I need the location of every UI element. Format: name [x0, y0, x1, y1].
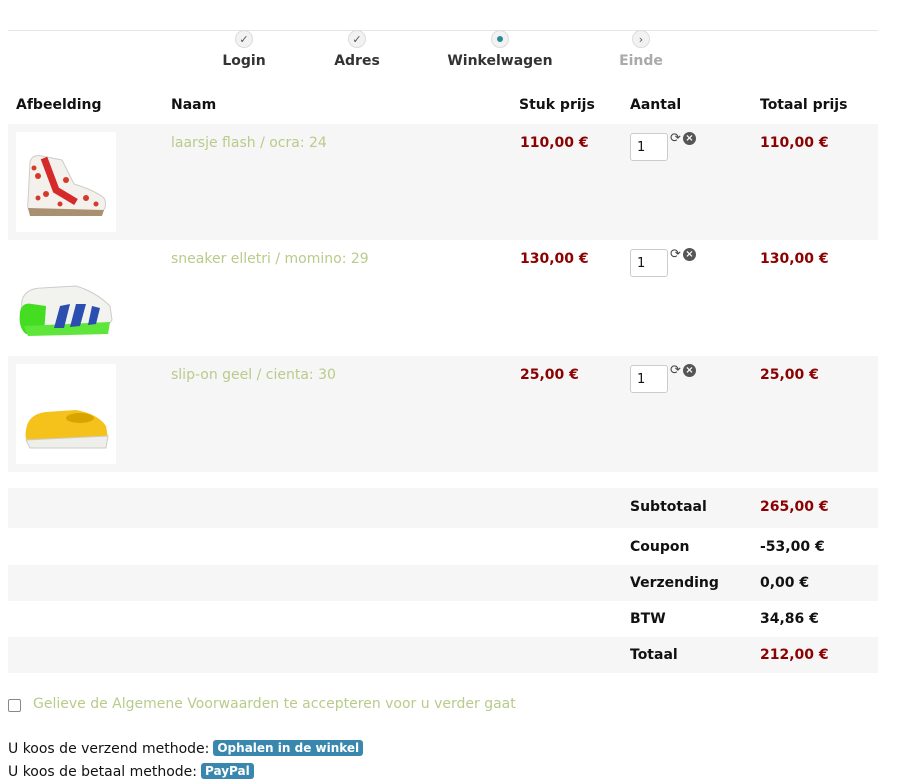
quantity-input[interactable]: 1 — [630, 365, 668, 393]
header-total-price: Totaal prijs — [760, 97, 848, 113]
refresh-icon[interactable]: ⟳ — [670, 131, 681, 146]
current-dot-icon — [491, 30, 509, 48]
product-image[interactable] — [16, 248, 116, 348]
check-icon: ✓ — [235, 30, 253, 48]
chevron-right-icon: › — [632, 30, 650, 48]
shipping-row: Verzending 0,00 € — [8, 565, 878, 601]
refresh-icon[interactable]: ⟳ — [670, 247, 681, 262]
unit-price: 110,00 € — [520, 135, 589, 151]
step-einde: › Einde — [581, 30, 701, 69]
table-row: slip-on geel / cienta: 30 25,00 € 1 ⟳ × … — [8, 356, 878, 472]
shipping-method-prefix: U koos de verzend methode: — [8, 741, 210, 757]
payment-method-badge: PayPal — [201, 763, 254, 779]
shipping-method-badge: Ophalen in de winkel — [213, 740, 364, 756]
step-adres[interactable]: ✓ Adres — [297, 30, 417, 69]
quantity-input[interactable]: 1 — [630, 249, 668, 277]
subtotal-row: Subtotaal 265,00 € — [8, 488, 878, 528]
remove-icon[interactable]: × — [683, 364, 696, 377]
shipping-label: Verzending — [630, 575, 719, 591]
step-label: Login — [222, 53, 266, 69]
total-value: 212,00 € — [760, 647, 829, 663]
unit-price: 130,00 € — [520, 251, 589, 267]
terms-checkbox[interactable] — [8, 699, 21, 712]
shipping-method-line: U koos de verzend methode: Ophalen in de … — [8, 740, 364, 757]
quantity-input[interactable]: 1 — [630, 133, 668, 161]
subtotal-label: Subtotaal — [630, 499, 707, 515]
coupon-value: -53,00 € — [760, 539, 825, 555]
shipping-value: 0,00 € — [760, 575, 810, 591]
total-row: Totaal 212,00 € — [8, 637, 878, 673]
step-label: Adres — [334, 53, 380, 69]
header-name: Naam — [171, 97, 217, 113]
product-image[interactable] — [16, 132, 116, 232]
header-image: Afbeelding — [16, 97, 102, 113]
product-link[interactable]: sneaker elletri / momino: 29 — [171, 251, 369, 267]
coupon-row: Coupon -53,00 € — [8, 529, 878, 565]
product-image[interactable] — [16, 364, 116, 464]
total-label: Totaal — [630, 647, 678, 663]
table-row: sneaker elletri / momino: 29 130,00 € 1 … — [8, 240, 878, 356]
unit-price: 25,00 € — [520, 367, 579, 383]
cart-table-header: Afbeelding Naam Stuk prijs Aantal Totaal… — [8, 97, 878, 117]
payment-method-prefix: U koos de betaal methode: — [8, 764, 198, 780]
checkout-steps: ✓ Login ✓ Adres Winkelwagen › Einde — [8, 30, 878, 70]
check-icon: ✓ — [348, 30, 366, 48]
payment-method-line: U koos de betaal methode: PayPal — [8, 763, 254, 780]
coupon-label: Coupon — [630, 539, 690, 555]
refresh-icon[interactable]: ⟳ — [670, 363, 681, 378]
remove-icon[interactable]: × — [683, 132, 696, 145]
vat-value: 34,86 € — [760, 611, 819, 627]
terms-text[interactable]: Gelieve de Algemene Voorwaarden te accep… — [33, 696, 516, 712]
remove-icon[interactable]: × — [683, 248, 696, 261]
vat-label: BTW — [630, 611, 666, 627]
row-total: 110,00 € — [760, 135, 829, 151]
step-winkelwagen: Winkelwagen — [440, 30, 560, 69]
product-link[interactable]: slip-on geel / cienta: 30 — [171, 367, 336, 383]
subtotal-value: 265,00 € — [760, 499, 829, 515]
step-label: Einde — [619, 53, 663, 69]
row-total: 130,00 € — [760, 251, 829, 267]
header-quantity: Aantal — [630, 97, 682, 113]
product-link[interactable]: laarsje flash / ocra: 24 — [171, 135, 327, 151]
vat-row: BTW 34,86 € — [8, 601, 878, 637]
step-login[interactable]: ✓ Login — [184, 30, 304, 69]
step-label: Winkelwagen — [447, 53, 553, 69]
row-total: 25,00 € — [760, 367, 819, 383]
table-row: laarsje flash / ocra: 24 110,00 € 1 ⟳ × … — [8, 124, 878, 240]
header-unit-price: Stuk prijs — [519, 97, 595, 113]
